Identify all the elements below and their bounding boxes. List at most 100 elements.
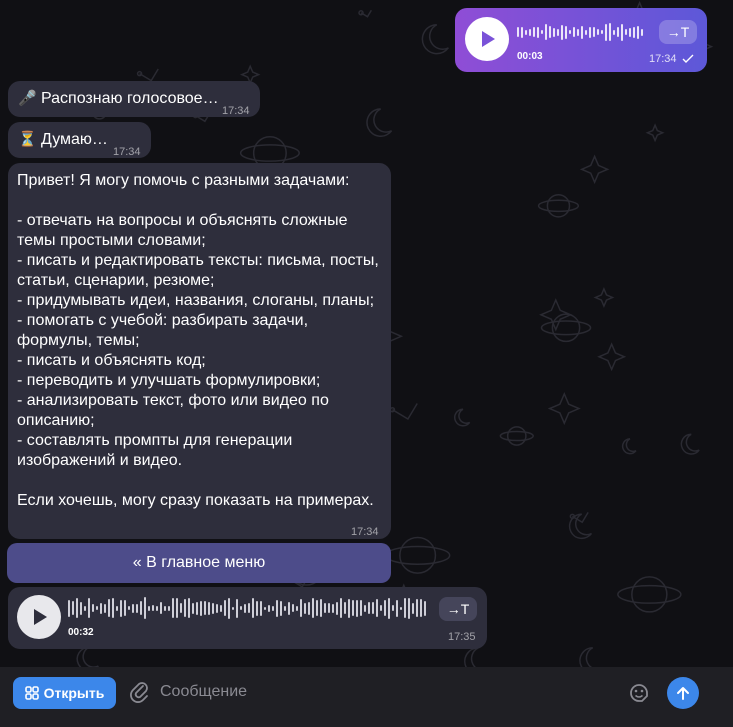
main-menu-button[interactable]: « В главное меню (7, 543, 391, 583)
waveform-bar (300, 599, 302, 617)
waveform-bar (312, 598, 314, 618)
play-button[interactable] (465, 17, 509, 61)
waveform-bar (168, 605, 170, 611)
waveform-bar (264, 606, 266, 610)
paperclip-icon[interactable] (130, 680, 150, 704)
message-time: 17:34 (649, 53, 677, 65)
waveform-bar (517, 27, 519, 37)
waveform-bar (76, 598, 78, 618)
waveform-bar (404, 598, 406, 618)
waveform-bar (272, 605, 274, 611)
open-app-label: Открыть (43, 685, 105, 701)
doodle (547, 391, 581, 426)
waveform-bar (68, 599, 70, 617)
waveform-bar (188, 598, 190, 618)
play-icon (482, 31, 495, 47)
waveform-bar (420, 599, 422, 617)
doodle (680, 433, 700, 455)
doodle (645, 123, 665, 143)
waveform-bar (276, 599, 278, 617)
doodle (366, 108, 393, 137)
message-time: 17:35 (448, 631, 476, 643)
waveform-bar (328, 603, 330, 613)
waveform-bar (244, 603, 246, 613)
waveform-bar (400, 606, 402, 610)
waveform-bar (324, 603, 326, 613)
waveform-bar (581, 25, 583, 39)
send-button[interactable] (667, 677, 699, 709)
doodle (597, 342, 627, 372)
waveform-bar (104, 603, 106, 613)
waveform-bar (232, 606, 234, 610)
waveform-bar (228, 597, 230, 619)
waveform-bar (577, 28, 579, 36)
waveform-bar (637, 25, 639, 39)
waveform-bar (416, 599, 418, 617)
arrow-up-icon (677, 687, 689, 700)
doodle (384, 536, 451, 574)
waveform-bar (172, 598, 174, 618)
waveform-bar (601, 30, 603, 34)
grid-icon (24, 686, 39, 700)
waveform-bar (553, 27, 555, 37)
waveform-bar (360, 600, 362, 616)
message-input[interactable] (160, 679, 600, 705)
play-button[interactable] (17, 595, 61, 639)
status-message-recognizing: 🎤 Распознаю голосовое… 17:34 (8, 81, 260, 117)
doodle (593, 287, 615, 308)
waveform-bar (304, 602, 306, 614)
doodle (358, 9, 373, 18)
waveform-bar (116, 605, 118, 611)
waveform-bar (344, 602, 346, 614)
waveform-bar (364, 604, 366, 612)
status-text: Думаю… (41, 131, 108, 148)
waveform-bar (204, 601, 206, 615)
voice-waveform[interactable] (517, 22, 643, 42)
doodle (421, 24, 449, 55)
waveform-bar (252, 598, 254, 618)
waveform-bar (388, 597, 390, 619)
message-time: 17:34 (113, 146, 141, 158)
waveform-bar (320, 599, 322, 617)
waveform-bar (284, 605, 286, 611)
doodle (537, 194, 580, 218)
waveform-bar (641, 28, 643, 36)
waveform-bar (372, 602, 374, 614)
waveform-bar (280, 600, 282, 616)
transcribe-button[interactable]: →T (659, 20, 697, 44)
waveform-bar (424, 600, 426, 616)
transcribe-button[interactable]: →T (439, 597, 477, 621)
waveform-bar (240, 606, 242, 610)
waveform-bar (216, 603, 218, 613)
waveform-bar (196, 601, 198, 615)
message-composer: Открыть (0, 667, 733, 727)
waveform-bar (128, 606, 130, 610)
waveform-bar (609, 23, 611, 41)
waveform-bar (332, 603, 334, 613)
doodle (579, 154, 610, 185)
waveform-bar (108, 599, 110, 617)
voice-duration: 00:32 (68, 627, 94, 638)
waveform-bar (557, 28, 559, 36)
hourglass-icon: ⏳ (18, 131, 37, 148)
voice-waveform[interactable] (68, 597, 426, 619)
waveform-bar (565, 25, 567, 39)
waveform-bar (549, 26, 551, 38)
waveform-bar (408, 597, 410, 619)
microphone-icon: 🎤 (18, 90, 37, 107)
waveform-bar (561, 24, 563, 40)
sticker-icon[interactable] (627, 681, 651, 705)
waveform-bar (260, 600, 262, 616)
waveform-bar (84, 605, 86, 611)
open-app-button[interactable]: Открыть (13, 677, 116, 709)
doodle (454, 408, 471, 427)
status-message-thinking: ⏳ Думаю… 17:34 (8, 122, 151, 158)
waveform-bar (533, 27, 535, 37)
waveform-bar (384, 600, 386, 616)
waveform-bar (268, 604, 270, 612)
read-check-icon (682, 54, 694, 64)
waveform-bar (208, 601, 210, 615)
waveform-bar (541, 30, 543, 34)
waveform-bar (412, 602, 414, 614)
doodle (136, 68, 159, 82)
